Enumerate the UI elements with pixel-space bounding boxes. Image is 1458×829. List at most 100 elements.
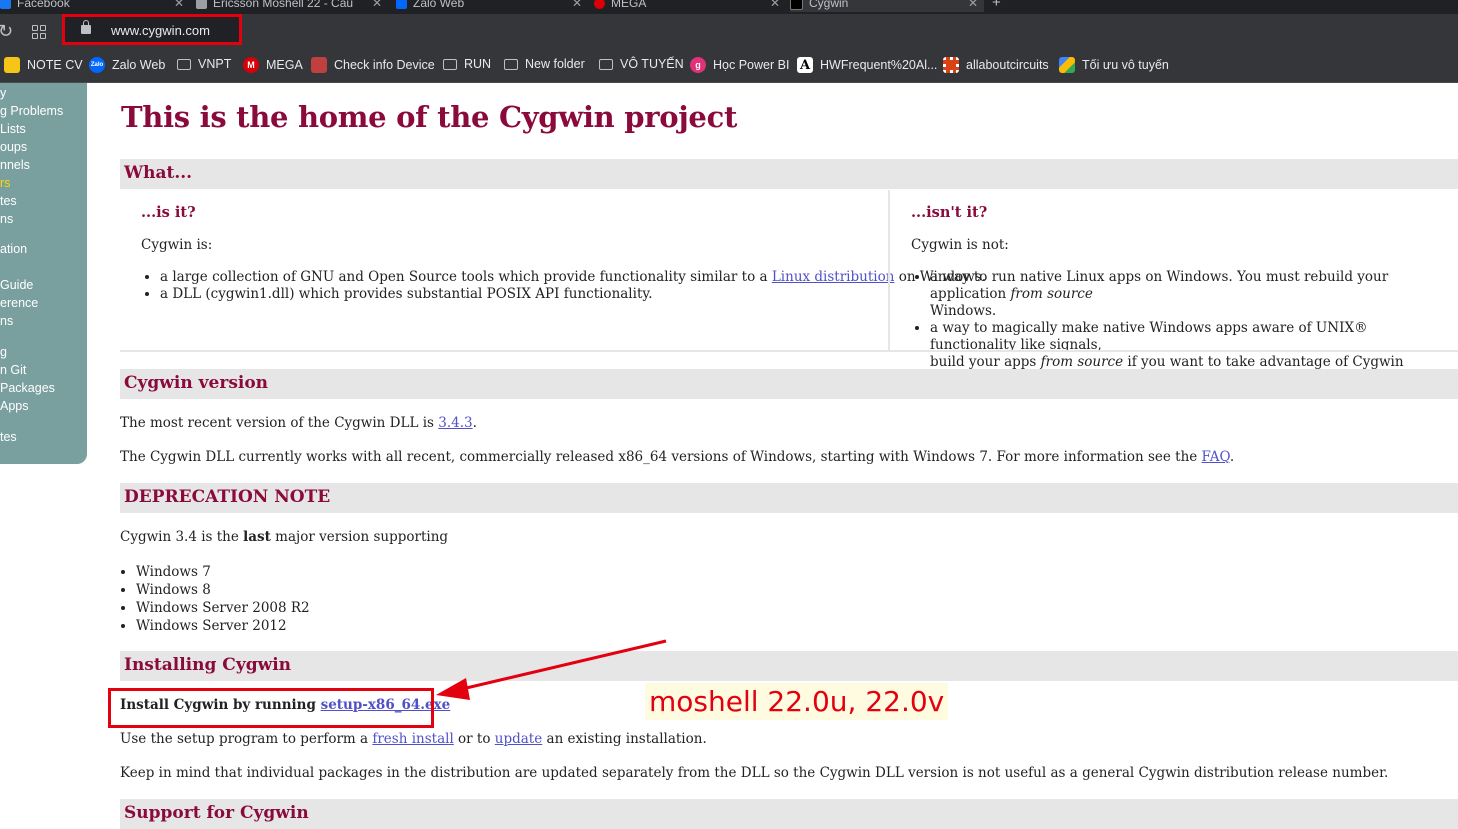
bookmark-check-info-device[interactable]: Check info Device xyxy=(311,57,435,73)
is-it-list: a large collection of GNU and Open Sourc… xyxy=(138,269,986,303)
bookmark-label: Check info Device xyxy=(334,58,435,72)
bookmark-label: Tối ưu vô tuyến xyxy=(1082,58,1169,72)
nav-item[interactable]: Guide xyxy=(0,278,33,292)
nav-item[interactable]: ation xyxy=(0,242,27,256)
tab-ericsson[interactable]: Ericsson Moshell 22 - Câu ✕ xyxy=(196,0,388,12)
paragraph-text: . xyxy=(1229,449,1235,465)
device-icon xyxy=(311,57,327,73)
nav-item[interactable]: ns xyxy=(0,212,13,226)
bookmark-mega[interactable]: M MEGA xyxy=(243,57,303,73)
nav-item[interactable]: tes xyxy=(0,430,17,444)
section-title: Support for Cygwin xyxy=(124,803,309,823)
nav-item[interactable]: nnels xyxy=(0,158,30,172)
fresh-install-link[interactable]: fresh install xyxy=(372,731,453,747)
faq-link[interactable]: FAQ xyxy=(1202,449,1230,465)
mega-icon xyxy=(594,0,605,9)
annotation-highlight-box xyxy=(108,688,434,728)
a-icon: A xyxy=(797,57,813,73)
close-icon[interactable]: ✕ xyxy=(174,0,184,10)
section-header-support: Support for Cygwin xyxy=(120,799,1458,829)
paragraph-text: or to xyxy=(453,731,495,747)
nav-item[interactable]: oups xyxy=(0,140,27,154)
paragraph-text: The most recent version of the Cygwin DL… xyxy=(120,415,439,431)
bookmark-hwfrequent[interactable]: A HWFrequent%20Al... xyxy=(797,57,937,73)
bookmarks-bar: NOTE CV Zalo Zalo Web VNPT M MEGA Check … xyxy=(0,51,1458,83)
bookmark-zalo-web[interactable]: Zalo Zalo Web xyxy=(89,57,165,73)
facebook-icon xyxy=(0,0,11,9)
bookmark-run[interactable]: RUN xyxy=(443,57,491,71)
bookmark-label: HWFrequent%20Al... xyxy=(820,58,938,72)
new-tab-button[interactable]: + xyxy=(992,0,1001,11)
tab-label: Ericsson Moshell 22 - Câu xyxy=(213,0,354,10)
paragraph-text: major version supporting xyxy=(270,529,449,545)
linux-distribution-link[interactable]: Linux distribution xyxy=(772,269,895,285)
section-title: Installing Cygwin xyxy=(124,655,292,675)
bookmark-label: VÔ TUYẾN xyxy=(620,57,684,71)
zalo-icon: Zalo xyxy=(89,57,105,73)
bookmark-toi-uu-vo-tuyen[interactable]: Tối ưu vô tuyến xyxy=(1059,57,1169,73)
section-header-installing: Installing Cygwin xyxy=(120,651,1458,681)
bookmark-new-folder[interactable]: New folder xyxy=(504,57,585,71)
packages-paragraph: Keep in mind that individual packages in… xyxy=(120,765,1389,781)
bookmark-hoc-power-bi[interactable]: g Học Power BI xyxy=(690,57,789,73)
bookmark-allaboutcircuits[interactable]: allaboutcircuits xyxy=(943,57,1049,73)
bookmark-note-cv[interactable]: NOTE CV xyxy=(4,57,83,73)
mega-icon: M xyxy=(243,57,259,73)
version-link[interactable]: 3.4.3 xyxy=(438,415,472,431)
lock-icon[interactable] xyxy=(81,20,91,34)
close-icon[interactable]: ✕ xyxy=(770,0,780,10)
circuit-icon xyxy=(943,57,959,73)
list-emphasis: from source xyxy=(1040,354,1124,370)
list-item: a way to run native Linux apps on Window… xyxy=(930,269,1458,320)
section-title: What... xyxy=(124,163,193,183)
folder-icon xyxy=(504,58,518,70)
nav-item[interactable]: Apps xyxy=(0,399,29,413)
bookmark-label: MEGA xyxy=(266,58,303,72)
bookmark-vnpt[interactable]: VNPT xyxy=(177,57,231,71)
list-item: Windows Server 2008 R2 xyxy=(136,599,310,617)
nav-item[interactable]: erence xyxy=(0,296,38,310)
nav-item[interactable]: Packages xyxy=(0,381,55,395)
reload-icon[interactable]: ↻ xyxy=(0,21,13,42)
cygwin-icon xyxy=(790,0,803,10)
close-icon[interactable]: ✕ xyxy=(968,0,978,10)
drive-icon xyxy=(1059,57,1075,73)
bookmark-vo-tuyen[interactable]: VÔ TUYẾN xyxy=(599,57,684,71)
powerbi-icon: g xyxy=(690,57,706,73)
compat-paragraph: The Cygwin DLL currently works with all … xyxy=(120,449,1234,465)
address-bar[interactable]: www.cygwin.com xyxy=(62,14,242,45)
section-divider xyxy=(120,350,1458,352)
browser-toolbar: ↻ www.cygwin.com xyxy=(0,14,1458,51)
nav-item[interactable]: y xyxy=(0,86,6,100)
nav-item[interactable]: ns xyxy=(0,314,13,328)
page-icon xyxy=(196,0,207,9)
tab-mega[interactable]: MEGA ✕ xyxy=(594,0,786,12)
tab-label: MEGA xyxy=(611,0,647,10)
zalo-icon xyxy=(396,0,407,9)
list-text: a way to run native Linux apps on Window… xyxy=(930,269,1389,302)
nav-item[interactable]: g Problems xyxy=(0,104,63,118)
tab-zalo[interactable]: Zalo Web ✕ xyxy=(396,0,588,12)
nav-item-current[interactable]: rs xyxy=(0,176,10,190)
list-text: Windows. xyxy=(930,303,997,319)
section-title: DEPRECATION NOTE xyxy=(124,487,331,507)
setup-paragraph: Use the setup program to perform a fresh… xyxy=(120,731,707,747)
close-icon[interactable]: ✕ xyxy=(572,0,582,10)
update-link[interactable]: update xyxy=(495,731,542,747)
nav-item[interactable]: n Git xyxy=(0,363,26,377)
bookmark-label: allaboutcircuits xyxy=(966,58,1049,72)
nav-item[interactable]: Lists xyxy=(0,122,26,136)
list-text: build your apps xyxy=(930,354,1041,370)
deprecation-paragraph: Cygwin 3.4 is the last major version sup… xyxy=(120,529,448,545)
paragraph-text: Use the setup program to perform a xyxy=(120,731,373,747)
paragraph-text: The Cygwin DLL currently works with all … xyxy=(120,449,1202,465)
apps-grid-icon[interactable] xyxy=(32,25,46,39)
close-icon[interactable]: ✕ xyxy=(372,0,382,10)
tab-facebook[interactable]: Facebook ✕ xyxy=(0,0,190,12)
bookmark-label: NOTE CV xyxy=(27,58,83,72)
tab-cygwin[interactable]: Cygwin ✕ xyxy=(790,0,984,12)
tab-strip: Facebook ✕ Ericsson Moshell 22 - Câu ✕ Z… xyxy=(0,0,1458,14)
nav-item[interactable]: g xyxy=(0,345,7,359)
nav-item[interactable]: tes xyxy=(0,194,17,208)
list-item: a large collection of GNU and Open Sourc… xyxy=(160,269,986,286)
